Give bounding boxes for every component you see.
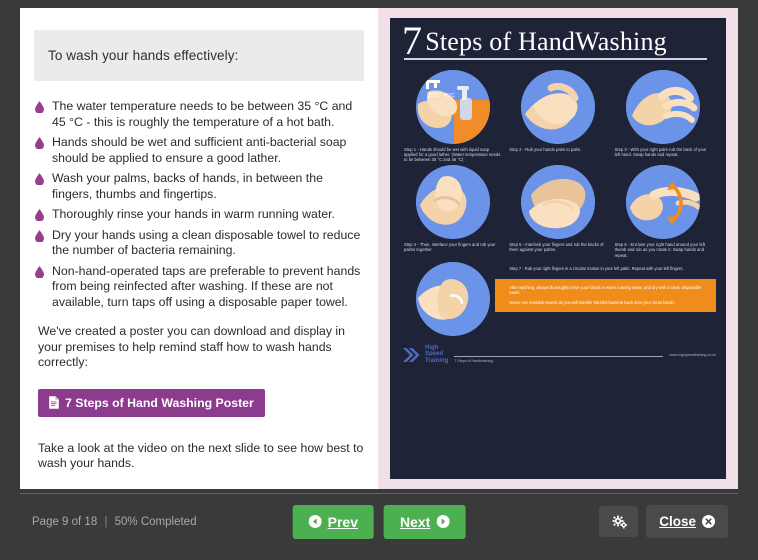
- step-6-caption: Step 6 - Enclose your right hand around …: [614, 241, 706, 258]
- list-item: Hands should be wet and sufficient anti-…: [34, 135, 364, 166]
- step-5-illustration: [520, 164, 595, 239]
- step-7-caption: Step 7 - Rub your right fingers in a cir…: [509, 265, 684, 271]
- temperature-label: 35°C - 45°C: [428, 93, 455, 99]
- list-item: Thoroughly rinse your hands in warm runn…: [34, 207, 364, 223]
- arrow-left-circle-icon: [308, 515, 322, 528]
- poster-note-2: Never use reusable towels as you will tr…: [509, 300, 676, 306]
- prev-button[interactable]: Prev: [292, 504, 374, 539]
- list-item-text: Dry your hands using a clean disposable …: [52, 227, 361, 258]
- poster-footer: High Speed Training 7 Steps of Handwashi…: [400, 345, 716, 364]
- poster-step-7: [400, 261, 505, 336]
- step-2-caption: Step 2 - Rub your hands palm to palm.: [509, 146, 582, 152]
- poster-intro-paragraph: We've created a poster you can download …: [38, 324, 346, 369]
- footer-caption: 7 Steps of Handwashing: [454, 359, 494, 364]
- prev-button-label: Prev: [327, 513, 358, 530]
- footer-url: www.highspeedtraining.co.uk: [669, 352, 716, 357]
- droplet-icon: [35, 265, 44, 279]
- step-7-illustration: [415, 261, 490, 336]
- list-item-text: The water temperature needs to be betwee…: [52, 99, 353, 129]
- list-item-text: Non-hand-operated taps are preferable to…: [52, 263, 361, 309]
- settings-button[interactable]: [599, 506, 639, 537]
- gears-icon: [612, 515, 628, 529]
- list-item: Dry your hands using a clean disposable …: [34, 228, 364, 259]
- page-indicator: Page 9 of 18: [32, 515, 98, 528]
- high-speed-training-logo-icon: [402, 346, 422, 364]
- list-item-text: Hands should be wet and sufficient anti-…: [52, 135, 347, 165]
- poster-frame: 7 Steps of HandWashing 35°C - 45°C Step …: [378, 8, 738, 489]
- poster-title-number: 7: [402, 18, 423, 63]
- list-item-text: Wash your palms, backs of hands, in betw…: [52, 171, 323, 201]
- poster-steps-grid: 35°C - 45°C Step 1 - Hands should be wet…: [400, 69, 716, 260]
- nav-right-buttons: Close: [599, 505, 728, 538]
- poster-step-2: Step 2 - Rub your hands palm to palm.: [505, 69, 610, 165]
- logo-wordmark: High Speed Training: [425, 345, 448, 364]
- droplet-icon: [35, 137, 44, 150]
- poster-step-4: Step 4 - Then, interlace your fingers an…: [400, 164, 505, 260]
- next-button-label: Next: [400, 513, 431, 530]
- player-navigation-bar: Page 9 of 18 | 50% Completed Prev Next C…: [20, 493, 738, 549]
- list-item: Non-hand-operated taps are preferable to…: [34, 264, 364, 311]
- logo-line-3: Training: [425, 357, 449, 364]
- step-1-illustration: 35°C - 45°C: [415, 69, 490, 144]
- close-circle-icon: [702, 515, 715, 528]
- handwashing-points-list: The water temperature needs to be betwee…: [34, 99, 364, 310]
- document-icon: [49, 396, 59, 409]
- next-button[interactable]: Next: [384, 504, 466, 539]
- handwashing-poster: 7 Steps of HandWashing 35°C - 45°C Step …: [390, 18, 726, 479]
- list-item: Wash your palms, backs of hands, in betw…: [34, 171, 364, 202]
- lead-banner-text: To wash your hands effectively:: [48, 48, 239, 63]
- logo-line-1: High: [425, 344, 439, 351]
- poster-download-label: 7 Steps of Hand Washing Poster: [65, 395, 254, 410]
- close-button[interactable]: Close: [646, 505, 728, 538]
- poster-title: 7 Steps of HandWashing: [400, 21, 716, 61]
- slide-content: To wash your hands effectively: The wate…: [20, 8, 738, 489]
- poster-step-3: Step 3 - With your right palm rub the ba…: [611, 69, 716, 165]
- step-3-caption: Step 3 - With your right palm rub the ba…: [614, 146, 707, 157]
- step-3-illustration: [626, 69, 701, 144]
- step-6-illustration: [626, 164, 701, 239]
- slide-text-column: To wash your hands effectively: The wate…: [20, 8, 378, 489]
- title-underline: [404, 58, 708, 60]
- list-item: The water temperature needs to be betwee…: [34, 99, 364, 130]
- list-item-text: Thoroughly rinse your hands in warm runn…: [52, 207, 335, 221]
- step-1-caption: Step 1 - Hands should be wet with liquid…: [404, 146, 501, 163]
- next-slide-paragraph: Take a look at the video on the next sli…: [38, 440, 364, 471]
- lead-banner: To wash your hands effectively:: [34, 30, 364, 81]
- completion-indicator: 50% Completed: [114, 515, 197, 528]
- step-4-caption: Step 4 - Then, interlace your fingers an…: [404, 241, 496, 253]
- poster-notes-band: After washing, always thoroughly rinse y…: [495, 278, 716, 312]
- droplet-icon: [35, 229, 44, 243]
- droplet-icon: [35, 209, 44, 222]
- poster-title-text: Steps of HandWashing: [425, 27, 667, 56]
- droplet-icon: [35, 173, 44, 186]
- step-2-illustration: [520, 69, 595, 144]
- logo-line-2: Speed: [425, 351, 444, 358]
- poster-step-7-caption-wrap: Step 7 - Rub your right fingers in a cir…: [495, 262, 716, 312]
- step-4-illustration: [415, 164, 490, 239]
- status-separator: |: [104, 515, 108, 528]
- droplet-icon: [35, 101, 44, 114]
- progress-status: Page 9 of 18 | 50% Completed: [32, 516, 196, 528]
- course-player-window: To wash your hands effectively: The wate…: [0, 0, 758, 560]
- nav-center-buttons: Prev Next: [292, 504, 466, 539]
- poster-step-6: Step 6 - Enclose your right hand around …: [611, 164, 716, 260]
- footer-divider: 7 Steps of Handwashing: [454, 356, 664, 363]
- poster-note-1: After washing, always thoroughly rinse y…: [509, 284, 702, 295]
- close-button-label: Close: [659, 514, 696, 529]
- poster-step-7-row: Step 7 - Rub your right fingers in a cir…: [400, 261, 716, 336]
- poster-download-link[interactable]: 7 Steps of Hand Washing Poster: [38, 388, 265, 417]
- poster-step-5: Step 5 - Interlock your fingers and rub …: [505, 164, 610, 260]
- step-5-caption: Step 5 - Interlock your fingers and rub …: [509, 241, 604, 253]
- poster-step-1: 35°C - 45°C Step 1 - Hands should be wet…: [400, 69, 505, 165]
- arrow-right-circle-icon: [436, 515, 450, 528]
